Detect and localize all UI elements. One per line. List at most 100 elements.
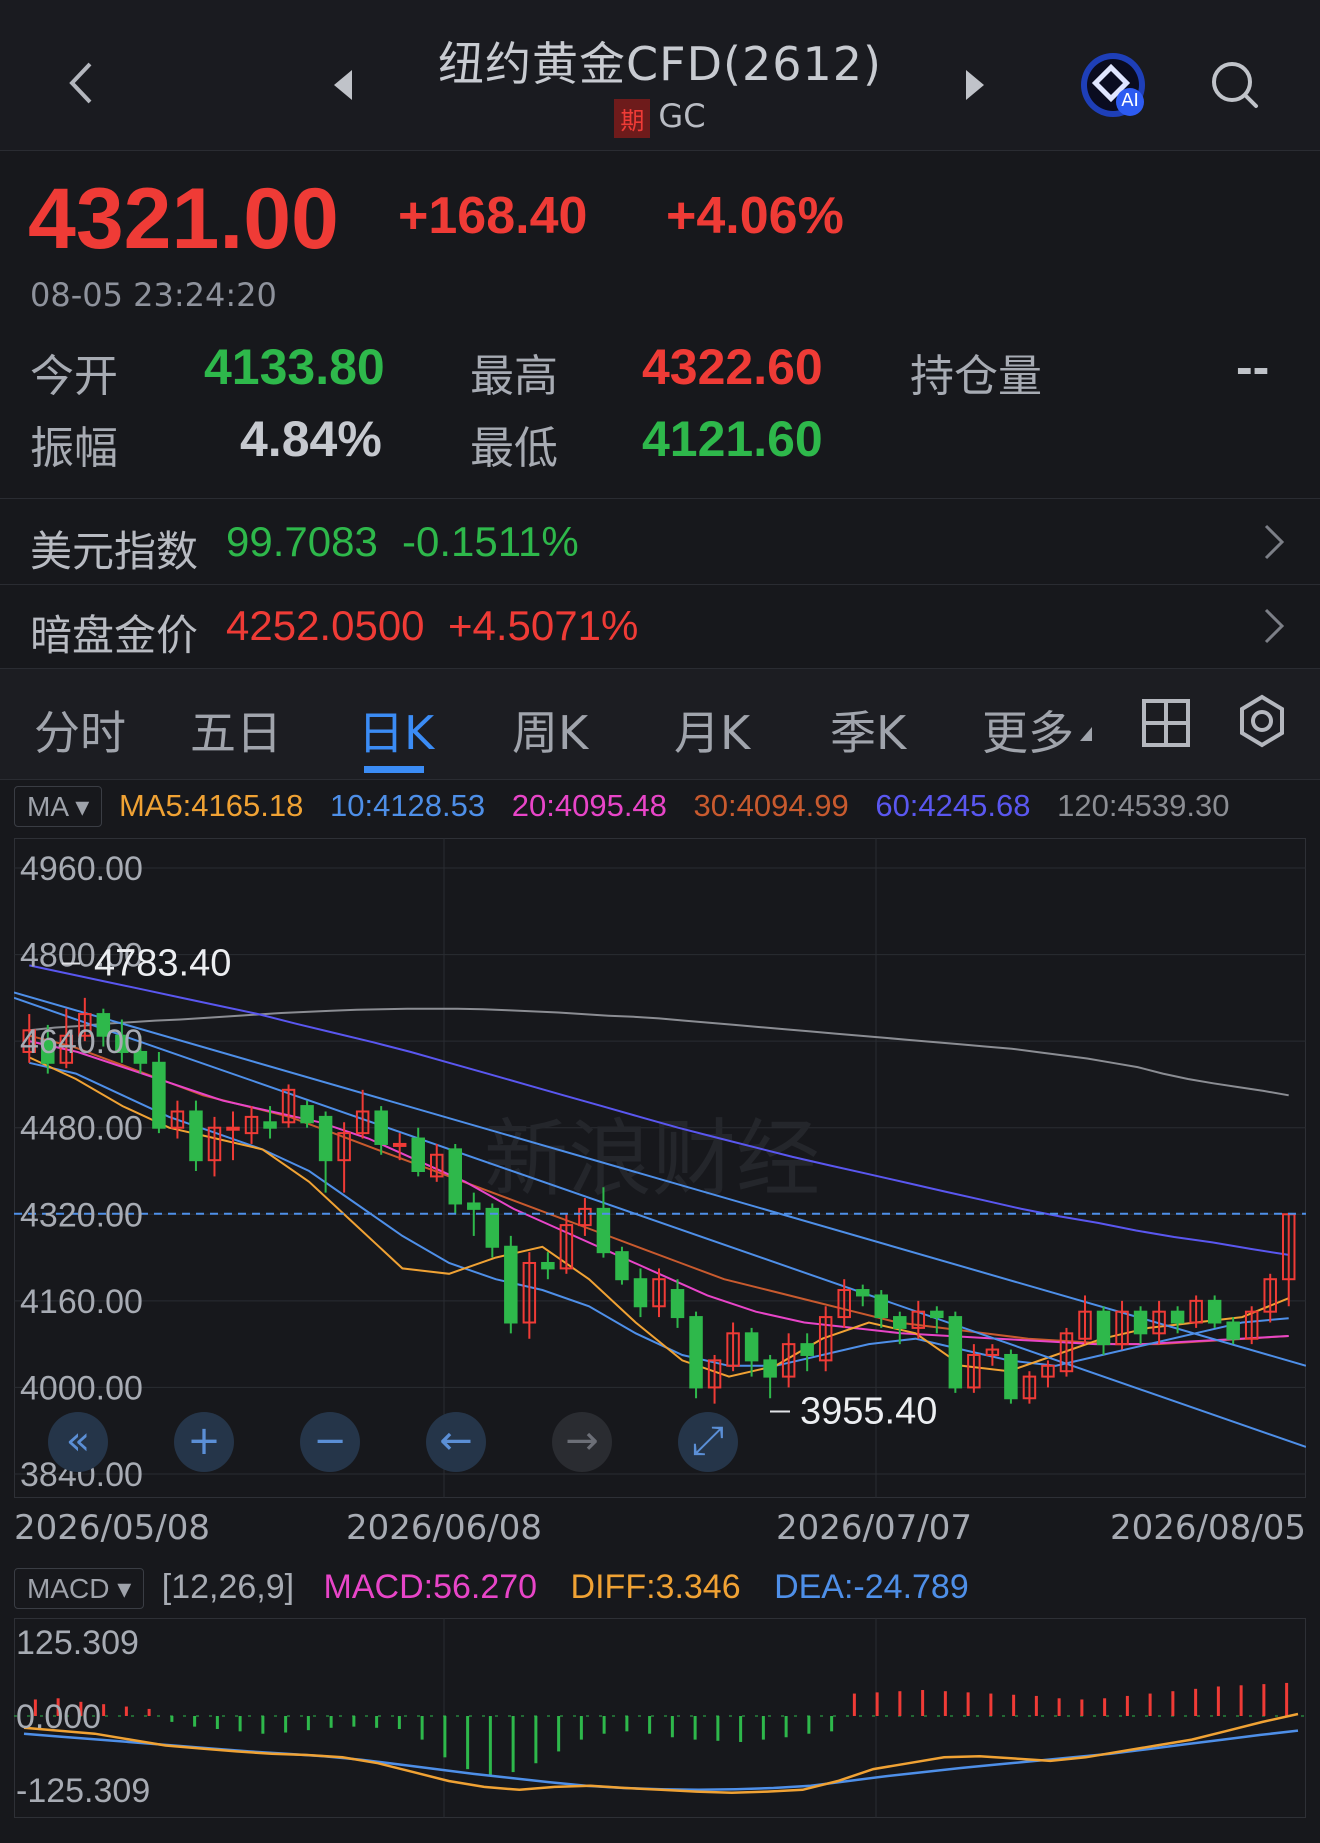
y-tick-label: 4160.00 [20,1283,143,1321]
layout-grid-icon[interactable] [1140,697,1192,749]
candle-body [300,1105,314,1124]
tab-daily-k[interactable]: 日K [358,697,434,763]
page-title: 纽约黄金CFD(2612) [438,37,882,91]
candle-body [615,1251,629,1281]
macd-legend: MACD ▾ [12,26,9] MACD:56.270 DIFF:3.346 … [14,1568,969,1609]
back-icon[interactable] [62,58,102,108]
contract-subtitle: 期 GC [300,97,1020,138]
tab-monthly-k[interactable]: 月K [674,697,750,763]
chevron-right-icon [1264,608,1285,644]
tab-weekly-k[interactable]: 周K [512,697,588,763]
macd-chart[interactable]: 125.309 0.000 -125.309 [14,1618,1306,1818]
ma5-value: MA5:4165.18 [118,788,304,823]
zoom-in-button[interactable]: + [174,1412,234,1472]
tab-quarterly-k[interactable]: 季K [830,697,906,763]
ma-selector-label: MA [27,791,68,822]
arrow-right-icon: → [565,1418,599,1464]
candle-body [448,1148,463,1205]
y-tick-label: 125.309 [16,1624,139,1662]
indicator-label: MACD [27,1573,110,1604]
candle-body [1170,1310,1185,1324]
index-row-dark-gold[interactable]: 暗盘金价 4252.0500 +4.5071% [0,586,1320,666]
candle-body [263,1121,277,1129]
candle-body [893,1316,907,1329]
next-contract-icon[interactable] [962,68,988,102]
zoom-out-button[interactable]: − [300,1412,360,1472]
open-interest-value: -- [1236,339,1270,395]
scroll-right-button[interactable]: → [552,1412,612,1472]
candle-body [1226,1321,1240,1340]
amplitude-value: 4.84% [240,411,382,467]
fullscreen-button[interactable]: ⤢ [678,1412,738,1472]
plus-icon: + [187,1418,221,1464]
candle-body [1096,1310,1111,1346]
y-tick-label: 4480.00 [20,1110,143,1148]
watermark: 新浪财经 [484,1112,820,1206]
low-value: 4121.60 [642,411,823,467]
macd-params: [12,26,9] [161,1568,295,1606]
settings-icon[interactable] [1234,693,1290,749]
index-label: 美元指数 [30,527,199,576]
quote-time: 08-05 23:24:20 [30,276,277,314]
x-tick-label: 2026/05/08 [14,1508,210,1548]
double-left-icon: « [65,1418,91,1464]
tab-more[interactable]: 更多 [982,697,1074,763]
amplitude-label: 振幅 [30,423,118,474]
chart-frame [14,1618,1306,1818]
more-triangle-icon [1080,727,1092,741]
expand-icon: ⤢ [692,1418,724,1464]
candle-body [670,1289,685,1319]
index-change: +4.5071% [448,602,639,649]
period-tabs: 分时 五日 日K 周K 月K 季K 更多 [0,668,1320,780]
candle-body [467,1202,481,1210]
diff-value: DIFF:3.346 [570,1568,741,1606]
candle-body [226,1126,240,1131]
y-tick-label: 4960.00 [20,850,143,888]
scroll-start-button[interactable]: « [48,1412,108,1472]
candle-body [855,1289,870,1297]
ai-label: AI [1121,90,1139,111]
x-tick-label: 2026/07/07 [776,1508,972,1548]
candle-body [633,1278,648,1308]
candle-body [189,1110,203,1162]
ma120-value: 120:4539.30 [1057,788,1230,823]
candle-body [689,1316,703,1389]
candle-body [1207,1299,1222,1324]
tab-five-day[interactable]: 五日 [190,697,282,763]
candle-body [596,1207,611,1254]
candle-body [392,1142,407,1147]
index-value: 4252.0500 [226,602,425,649]
diff-line [23,1712,1299,1795]
tab-intraday[interactable]: 分时 [34,697,126,763]
arrow-left-icon: ← [439,1418,473,1464]
x-tick-label: 2026/06/08 [346,1508,542,1548]
ma30-value: 30:4094.99 [693,788,849,823]
kline-chart[interactable]: 新浪财经4960.004800.004640.004480.004320.004… [14,838,1306,1498]
candle-body [374,1110,388,1145]
candle-body [541,1261,555,1270]
price-change-pct: +4.06% [666,187,844,245]
ai-assistant-button[interactable]: AI [1078,50,1148,120]
candle-body [504,1245,518,1324]
futures-badge: 期 [614,98,651,138]
active-tab-indicator [364,766,424,773]
y-tick-label: -125.309 [16,1772,150,1810]
search-icon[interactable] [1208,58,1262,112]
candle-body [874,1294,889,1319]
indicator-selector[interactable]: MACD ▾ [14,1568,145,1609]
ma-selector[interactable]: MA ▾ [14,786,103,827]
index-row-usd[interactable]: 美元指数 99.7083 -0.1511% [0,500,1320,584]
candle-body [930,1310,944,1319]
divider [0,584,1320,585]
scroll-left-button[interactable]: ← [426,1412,486,1472]
y-tick-label: 0.000 [16,1698,101,1736]
ma10-value: 10:4128.53 [329,788,486,823]
dea-value: DEA:-24.789 [774,1568,969,1606]
ma60-value: 60:4245.68 [875,788,1031,823]
trend-line [14,996,1306,1448]
open-value: 4133.80 [204,339,385,395]
open-interest-label: 持仓量 [910,351,1042,402]
y-tick-label: 4000.00 [20,1369,143,1407]
last-price: 4321.00 [28,171,339,267]
open-label: 今开 [30,351,118,402]
